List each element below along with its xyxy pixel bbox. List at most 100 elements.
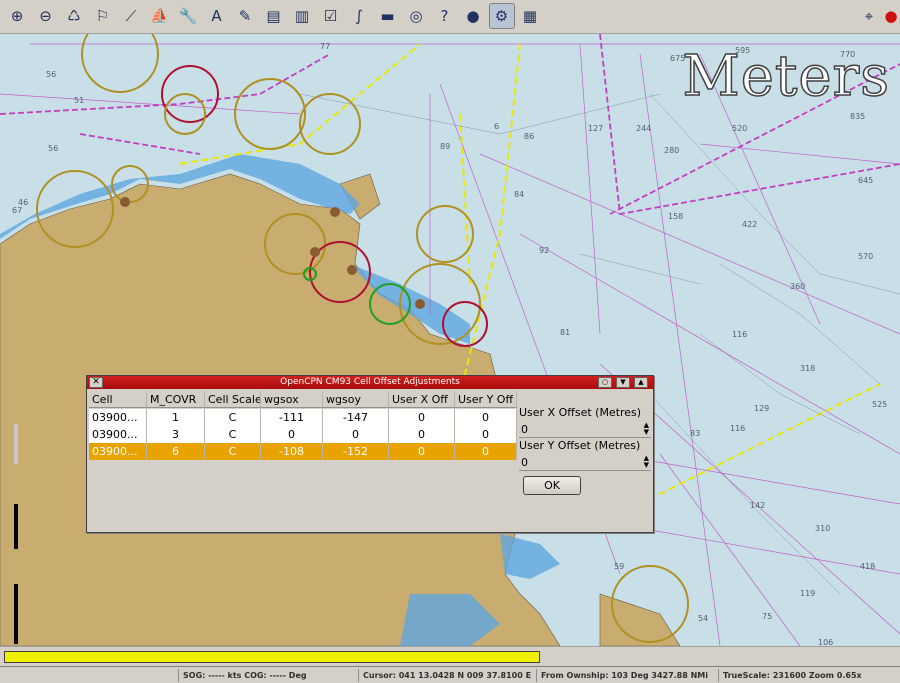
opencpn-window: ⊕ ⊖ ♺ ⚐ ⟋ ⛵ 🔧 A ✎ ▤ ▥ ☑ ∫ ▬ ◎? ● ⚙ ▦ ⌖ ● (0, 0, 900, 683)
checklist-icon: ☑ (323, 7, 338, 25)
dialog-minimize-button[interactable]: ▼ (616, 377, 630, 388)
mob-button[interactable]: ◎ (403, 3, 429, 29)
lifebuoy-icon: ◎ (409, 7, 423, 25)
ok-button[interactable]: OK (523, 476, 581, 495)
grid-cell: C (205, 409, 261, 426)
auto-follow-button[interactable]: ⛵ (147, 3, 173, 29)
route-icon: ⟋ (125, 7, 137, 25)
depth-sounding: 142 (750, 501, 766, 510)
progress-area (0, 646, 900, 666)
dialog-title: OpenCPN CM93 Cell Offset Adjustments (87, 376, 653, 389)
plugin-button[interactable]: ⚙ (488, 3, 515, 29)
depth-sounding: 59 (614, 562, 625, 571)
depth-sounding: 158 (668, 212, 684, 221)
spinner-arrows-icon[interactable]: ▲ ▼ (644, 455, 649, 469)
cell-offset-grid[interactable]: Cell M_COVR Cell Scale wgsox wgsoy User X Off… (89, 391, 517, 531)
grid-cell: 0 (455, 409, 517, 426)
current-button[interactable]: ✎ (232, 3, 258, 29)
depth-sounding: 119 (800, 589, 816, 598)
track-button[interactable]: ∫ (346, 3, 372, 29)
zoom-in-icon: ⊕ (10, 7, 24, 25)
scale-in-button[interactable]: ♺ (61, 3, 87, 29)
cell-offset-dialog: OpenCPN CM93 Cell Offset Adjustments ✕ ○… (86, 375, 654, 533)
zoom-out-button[interactable]: ⊖ (33, 3, 59, 29)
column-header[interactable]: wgsoy (323, 391, 389, 408)
table-row[interactable]: 03900... 1 C -111 -147 0 0 (89, 409, 517, 426)
zoom-in-button[interactable]: ⊕ (4, 3, 30, 29)
depth-sounding: 422 (742, 220, 758, 229)
depth-sounding: 595 (735, 46, 751, 55)
x-offset-spinner[interactable]: 0 ▲ ▼ (519, 421, 651, 438)
depth-sounding: 81 (560, 328, 571, 337)
color-scheme-button[interactable]: ▬ (375, 3, 401, 29)
grid-cell: -108 (261, 443, 323, 460)
grid-cell: -152 (323, 443, 389, 460)
column-header[interactable]: wgsox (261, 391, 323, 408)
tide-button[interactable]: ▥ (289, 3, 315, 29)
column-header[interactable]: User Y Off (455, 391, 517, 408)
layers-icon: ▤ (266, 7, 281, 25)
column-header[interactable]: M_COVR (147, 391, 205, 408)
scale-out-button[interactable]: ⚐ (90, 3, 116, 29)
x-offset-value: 0 (521, 423, 528, 436)
depth-sounding: 6 (494, 122, 500, 131)
depth-sounding: 570 (858, 252, 874, 261)
depth-sounding: 84 (514, 190, 525, 199)
depth-sounding: 51 (74, 96, 85, 105)
column-header[interactable]: Cell Scale (205, 391, 261, 408)
text-button[interactable]: A (204, 3, 230, 29)
zoom-out-icon: ⊖ (39, 7, 52, 25)
depth-sounding: 520 (732, 124, 748, 133)
table-row[interactable]: 03900... 6 C -108 -152 0 0 (89, 443, 517, 460)
grid-cell: 03900... (89, 426, 147, 443)
grid-cell: 03900... (89, 443, 147, 460)
help-button[interactable]: ? (432, 3, 458, 29)
record-icon: ● (884, 7, 898, 25)
globe-button[interactable]: ● (460, 3, 486, 29)
y-offset-spinner[interactable]: 0 ▲ ▼ (519, 454, 651, 471)
depth-sounding: 116 (732, 330, 748, 339)
status-bar: SOG: ----- kts COG: ----- Deg Cursor: 04… (0, 666, 900, 683)
spinner-arrows-icon[interactable]: ▲ ▼ (644, 422, 649, 436)
shallow-area (500, 534, 560, 579)
depth-sounding: 360 (790, 282, 806, 291)
chart-quilt-button[interactable]: ▤ (261, 3, 287, 29)
nautical-chart (0, 34, 900, 646)
scale-bar (14, 424, 18, 644)
route-manager-button[interactable]: ☑ (318, 3, 344, 29)
record-button[interactable]: ● (878, 3, 900, 29)
track-icon: ∫ (355, 7, 363, 25)
depth-sounding: 127 (588, 124, 604, 133)
chart-canvas[interactable]: Meters 595 770 835 675 127 244 280 86 520 645 56 89… (0, 34, 900, 646)
depth-sounding: 86 (524, 132, 535, 141)
grid-cell: C (205, 426, 261, 443)
dashboard-button[interactable]: ▦ (517, 3, 543, 29)
route-button[interactable]: ⟋ (118, 3, 144, 29)
scale-in-icon: ♺ (67, 7, 81, 25)
tide-icon: ▥ (294, 7, 310, 25)
column-header[interactable]: User X Off (389, 391, 455, 408)
depth-sounding: 310 (815, 524, 831, 533)
dialog-restore-button[interactable]: ○ (598, 377, 612, 388)
x-offset-label: User X Offset (Metres) (519, 406, 642, 419)
settings-button[interactable]: 🔧 (175, 3, 201, 29)
help-icon: ? (440, 7, 449, 25)
offset-panel: User X Offset (Metres) 0 ▲ ▼ User Y Offse… (517, 391, 653, 531)
grid-cell: 03900... (89, 409, 147, 426)
dialog-close-button[interactable]: ✕ (89, 377, 103, 388)
ship-icon: ⛵ (150, 7, 169, 25)
y-offset-value: 0 (521, 456, 528, 469)
depth-sounding: 280 (664, 146, 680, 155)
table-row[interactable]: 03900... 3 C 0 0 0 0 (89, 426, 517, 443)
dashboard-icon: ▦ (522, 7, 538, 25)
depth-sounding: 77 (320, 42, 331, 51)
depth-sounding: 525 (872, 400, 888, 409)
depth-sounding: 56 (48, 144, 59, 153)
column-header[interactable]: Cell (89, 391, 147, 408)
depth-sounding: 67 (12, 206, 23, 215)
depth-sounding: 318 (800, 364, 816, 373)
dialog-maximize-button[interactable]: ▲ (634, 377, 648, 388)
compass-icon: ⌖ (864, 7, 874, 25)
depth-sounding: 75 (762, 612, 773, 621)
scale-out-icon: ⚐ (95, 7, 110, 25)
